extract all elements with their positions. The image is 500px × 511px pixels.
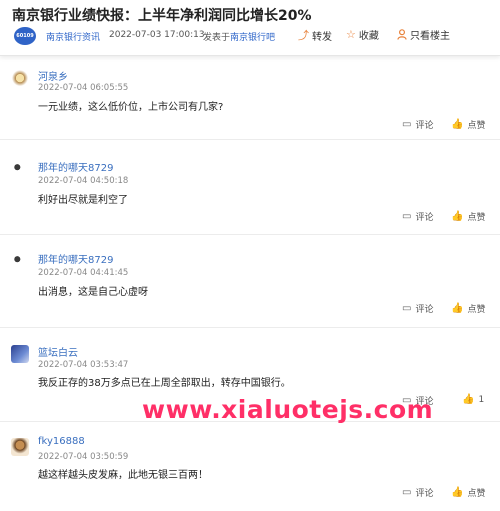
reply-time: 2022-07-04 04:41:45 [38,268,129,278]
thumbs-up-icon: 👍 [462,394,475,405]
comment-button[interactable]: ▭ 评论 [402,210,433,223]
reply-text: 利好出尽就是利空了 [38,195,128,206]
share-icon: ⤴ [298,29,309,42]
reply-time: 2022-07-04 06:05:55 [38,83,129,93]
reply-time: 2022-07-04 03:53:47 [38,360,129,370]
reply-item: fky16888 2022-07-04 03:50:59 越这样越头皮发麻，此地… [0,430,500,511]
comment-icon: ▭ [402,211,412,222]
star-icon: ☆ [346,28,356,41]
like-label: 点赞 [467,121,486,131]
comment-label: 评论 [415,213,434,223]
user-avatar[interactable] [11,438,29,456]
thumbs-up-icon: 👍 [451,119,464,130]
post-time: 2022-07-03 17:00:13 [109,30,205,40]
like-button[interactable]: 👍 点赞 [451,486,485,499]
share-button[interactable]: ⤴ 转发 [298,27,332,43]
thumbs-up-icon: 👍 [451,303,464,314]
reply-text: 我反正存的38万多点已在上周全部取出，转存中国银行。 [38,378,291,389]
reply-text: 越这样越头皮发麻，此地无银三百两！ [38,470,208,481]
reply-time: 2022-07-04 03:50:59 [38,452,129,462]
thumbs-up-icon: 👍 [451,211,464,222]
user-avatar[interactable] [11,70,29,88]
share-label: 转发 [312,31,332,43]
comment-label: 评论 [415,489,434,499]
watermark-text: www.xialuotejs.com [142,395,434,424]
like-button[interactable]: 👍 点赞 [451,302,485,315]
comment-icon: ▭ [402,303,412,314]
reply-text: 出消息，这是自己心虚呀 [38,287,148,298]
like-label: 点赞 [467,213,486,223]
post-header: 南京银行业绩快报：上半年净利润同比增长20% 60109 南京银行资讯 2022… [0,0,500,56]
comment-icon: ▭ [402,487,412,498]
user-avatar[interactable] [11,345,29,363]
comment-label: 评论 [415,305,434,315]
owner-only-button[interactable]: 只看楼主 [397,27,450,42]
comment-label: 评论 [415,121,434,131]
reply-text: 一元业绩，这么低价位，上市公司有几家? [38,102,224,113]
reply-username[interactable]: 河泉乡 [38,68,68,83]
comment-icon: ▭ [402,119,412,130]
favorite-button[interactable]: ☆ 收藏 [346,27,379,42]
like-count: 1 [478,394,485,405]
reply-username[interactable]: fky16888 [38,436,85,447]
user-avatar[interactable] [11,252,29,270]
page-title: 南京银行业绩快报：上半年净利润同比增长20% [12,8,312,24]
like-button[interactable]: 👍 点赞 [451,118,485,131]
reply-time: 2022-07-04 04:50:18 [38,176,129,186]
reply-item: 河泉乡 2022-07-04 06:05:55 一元业绩，这么低价位，上市公司有… [0,62,500,140]
source-forum-link[interactable]: 南京银行吧 [230,33,275,43]
comment-button[interactable]: ▭ 评论 [402,486,433,499]
source-prefix: 发表于 [203,33,231,43]
comment-button[interactable]: ▭ 评论 [402,302,433,315]
reply-item: 那年的哪天8729 2022-07-04 04:50:18 利好出尽就是利空了 … [0,150,500,235]
thumbs-up-icon: 👍 [451,487,464,498]
reply-username[interactable]: 那年的哪天8729 [38,251,113,266]
reply-username[interactable]: 篮坛白云 [38,344,78,359]
like-label: 点赞 [467,489,486,499]
owner-only-label: 只看楼主 [410,31,450,42]
comment-button[interactable]: ▭ 评论 [402,118,433,131]
person-icon [397,29,407,40]
user-avatar[interactable] [11,160,29,178]
favorite-label: 收藏 [358,31,379,42]
forum-logo[interactable]: 60109 [14,27,36,45]
reply-username[interactable]: 那年的哪天8729 [38,159,113,174]
forum-name-link[interactable]: 南京银行资讯 [46,30,100,43]
like-label: 点赞 [467,305,486,315]
like-button[interactable]: 👍 1 [462,394,484,405]
like-button[interactable]: 👍 点赞 [451,210,485,223]
reply-item: 那年的哪天8729 2022-07-04 04:41:45 出消息，这是自己心虚… [0,242,500,328]
post-source: 发表于南京银行吧 [203,30,275,43]
